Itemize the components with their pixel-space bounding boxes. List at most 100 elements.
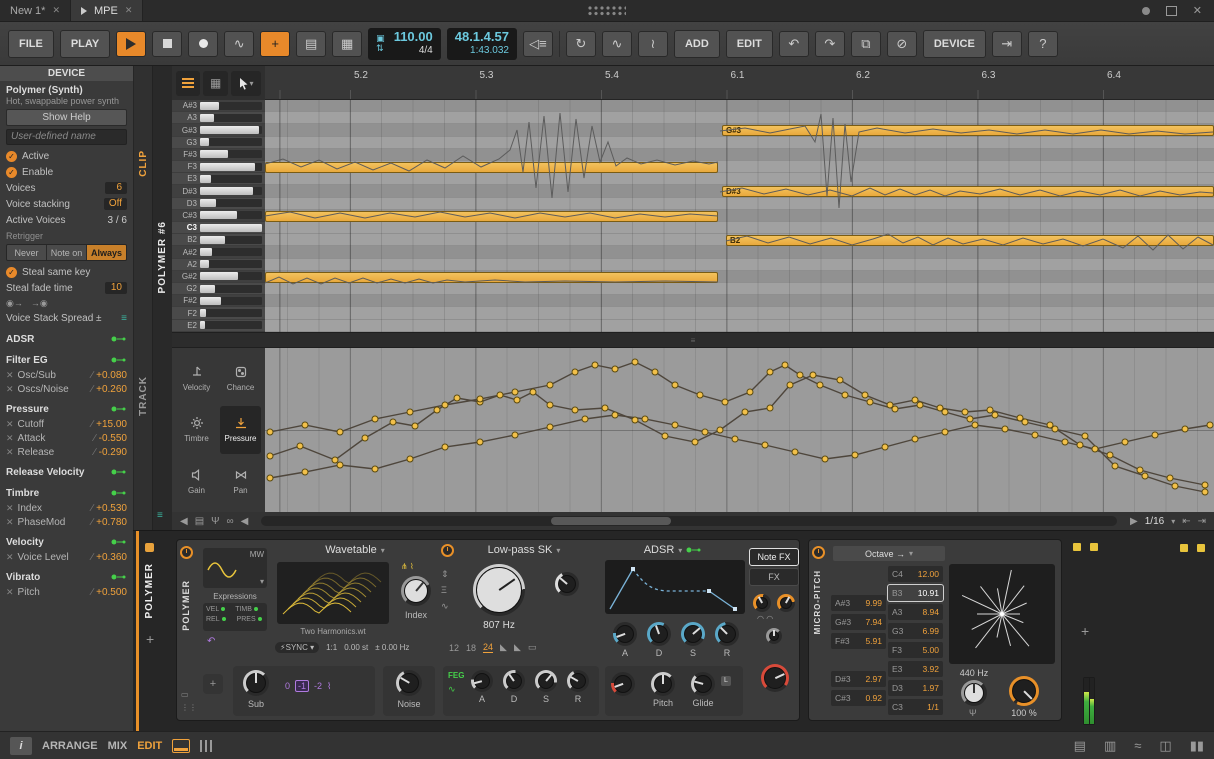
- pitch-cell-C4[interactable]: C412.00: [888, 566, 943, 582]
- out-knob[interactable]: [761, 664, 789, 692]
- mix-knob[interactable]: [766, 628, 782, 644]
- feg-a-knob[interactable]: [471, 670, 493, 692]
- remove-mod-icon[interactable]: ✕: [6, 433, 14, 444]
- pitch-cell-D3[interactable]: D31.97: [888, 680, 943, 696]
- track-name-vertical[interactable]: POLYMER: [144, 563, 155, 619]
- key-F3[interactable]: F3: [172, 161, 265, 173]
- automation-follow-button[interactable]: ∿: [602, 31, 632, 57]
- expression-button-timbre[interactable]: Timbre: [176, 406, 217, 455]
- file-icon[interactable]: ▥: [1104, 738, 1116, 754]
- slope-shape-icon[interactable]: ◣: [500, 642, 507, 653]
- mod-row[interactable]: ✕Osc/Sub∕+0.080: [6, 368, 127, 382]
- mod-amount[interactable]: -0.290: [99, 447, 127, 458]
- page-left-icon[interactable]: ◀: [241, 516, 249, 527]
- note-out-icon[interactable]: →◉: [31, 298, 48, 309]
- mod-source-icon[interactable]: [111, 405, 127, 413]
- restore-window-icon[interactable]: [1166, 6, 1177, 16]
- mod-source-icon[interactable]: [111, 538, 127, 546]
- feg-d-knob[interactable]: [503, 670, 525, 692]
- pitch-cell-value[interactable]: 1.97: [922, 683, 939, 693]
- mod-row[interactable]: ✕Cutoff∕+15.00: [6, 417, 127, 431]
- midi-note[interactable]: B2: [726, 235, 1214, 246]
- feg-s-knob[interactable]: [535, 670, 557, 692]
- mod-amount[interactable]: +0.530: [96, 503, 127, 514]
- close-icon[interactable]: ✕: [125, 5, 133, 16]
- add-menu-button[interactable]: ADD: [674, 30, 720, 58]
- key-E2[interactable]: E2: [172, 320, 265, 332]
- clip-tab[interactable]: CLIP: [138, 150, 149, 177]
- voice-stack-spread-row[interactable]: Voice Stack Spread ± ≡: [6, 310, 127, 326]
- slope-18[interactable]: 18: [466, 643, 476, 653]
- slope-24[interactable]: 24: [483, 642, 493, 653]
- remove-mod-icon[interactable]: ✕: [6, 419, 14, 430]
- key-F#3[interactable]: F#3: [172, 149, 265, 161]
- expression-button-pressure[interactable]: Pressure: [220, 406, 261, 455]
- pitch-cell-A#3[interactable]: A#39.99: [831, 595, 886, 611]
- chevron-down-icon[interactable]: ▾: [260, 577, 264, 586]
- key-G3[interactable]: G3: [172, 137, 265, 149]
- record-button[interactable]: [188, 31, 218, 57]
- time-signature[interactable]: 4/4: [419, 45, 433, 57]
- expression-lane[interactable]: [265, 348, 1214, 512]
- pitch-cell-value[interactable]: 2.97: [865, 674, 882, 684]
- close-window-icon[interactable]: ✕: [1193, 4, 1202, 17]
- voice-stacking-value[interactable]: Off: [104, 198, 127, 210]
- expression-button-velocity[interactable]: Velocity: [176, 354, 217, 403]
- pitch-cell-B3[interactable]: B310.91: [888, 585, 943, 601]
- help-button[interactable]: ?: [1028, 31, 1058, 57]
- play-button[interactable]: [116, 31, 146, 57]
- env-attack-knob[interactable]: [613, 622, 637, 646]
- mod-row[interactable]: ✕PhaseMod∕+0.780: [6, 515, 127, 529]
- expression-button-pan[interactable]: Pan: [220, 457, 261, 506]
- mod-amount[interactable]: +0.260: [96, 384, 127, 395]
- mod-route-icon[interactable]: ↶: [207, 636, 215, 647]
- pitch-cell-C3[interactable]: C31/1: [888, 699, 943, 715]
- pitch-cell-value[interactable]: 1/1: [927, 702, 939, 712]
- enable-toggle[interactable]: ✓ Enable: [6, 164, 127, 180]
- slope-12[interactable]: 12: [449, 643, 459, 653]
- glide-knob[interactable]: [691, 672, 715, 696]
- key-F2[interactable]: F2: [172, 307, 265, 319]
- info-button[interactable]: i: [10, 737, 32, 755]
- key-G#2[interactable]: G#2: [172, 271, 265, 283]
- zoom-selection-icon[interactable]: ⇥: [1198, 516, 1206, 527]
- pitch-cell-D#3[interactable]: D#32.97: [831, 671, 886, 687]
- page-right-icon[interactable]: ▶: [1130, 516, 1138, 527]
- remove-mod-icon[interactable]: ✕: [6, 587, 14, 598]
- mod-row[interactable]: ✕Release∕-0.290: [6, 445, 127, 459]
- wavetable-file[interactable]: Two Harmonics.wt: [277, 627, 389, 636]
- inspector-section-timbre[interactable]: Timbre: [6, 485, 127, 501]
- feg-r-knob[interactable]: [567, 670, 589, 692]
- dual-panel-icon[interactable]: [200, 740, 214, 752]
- sub-knob[interactable]: [243, 670, 269, 696]
- pitch-cell-value[interactable]: 6.99: [922, 626, 939, 636]
- edit-menu-button[interactable]: EDIT: [726, 30, 773, 58]
- reference-knob[interactable]: [961, 680, 987, 706]
- mix-tab[interactable]: MIX: [108, 740, 128, 752]
- note-fx-tab[interactable]: Note FX: [749, 548, 799, 566]
- device-power-button[interactable]: [812, 546, 825, 559]
- arrange-tab[interactable]: ARRANGE: [42, 740, 98, 752]
- file-menu-button[interactable]: FILE: [8, 30, 54, 58]
- inspector-section-vibrato[interactable]: Vibrato: [6, 569, 127, 585]
- osc-mode-header[interactable]: Wavetable▾: [275, 544, 435, 556]
- key-D3[interactable]: D3: [172, 198, 265, 210]
- steal-same-key-toggle[interactable]: ✓ Steal same key: [6, 264, 127, 280]
- close-icon[interactable]: ✕: [52, 5, 60, 16]
- pitch-cell-value[interactable]: 8.94: [922, 607, 939, 617]
- pitch-cell-value[interactable]: 5.00: [922, 645, 939, 655]
- fx-tab[interactable]: FX: [749, 568, 799, 586]
- automation-write-button[interactable]: ≀: [638, 31, 668, 57]
- pitch-cell-value[interactable]: 12.00: [918, 569, 939, 579]
- mod-row[interactable]: ✕Index∕+0.530: [6, 501, 127, 515]
- expression-button-gain[interactable]: Gain: [176, 457, 217, 506]
- midi-note[interactable]: [265, 162, 718, 173]
- console-button[interactable]: ▤: [296, 31, 326, 57]
- levels-icon[interactable]: ▮▮: [1190, 738, 1204, 754]
- key-C#3[interactable]: C#3: [172, 210, 265, 222]
- pitch-cell-F#3[interactable]: F#35.91: [831, 633, 886, 649]
- pitch-knob[interactable]: [651, 672, 675, 696]
- mod-amount[interactable]: +0.080: [96, 370, 127, 381]
- mic-icon[interactable]: Ψ: [211, 516, 219, 527]
- vibrato-knob[interactable]: [611, 672, 635, 696]
